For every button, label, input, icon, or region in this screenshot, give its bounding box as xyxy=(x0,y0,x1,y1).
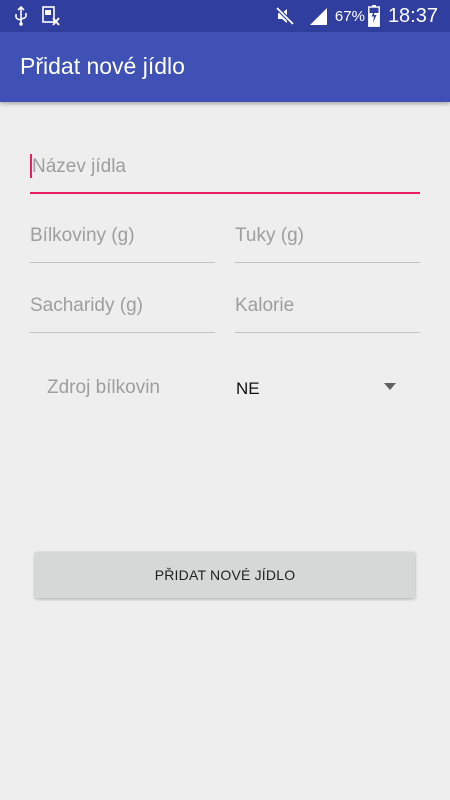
clock: 18:37 xyxy=(387,4,438,27)
food-name-field[interactable]: Název jídla xyxy=(30,148,420,194)
calories-underline xyxy=(235,332,420,333)
fat-field[interactable]: Tuky (g) xyxy=(235,217,420,263)
add-food-button[interactable]: PŘIDAT NOVÉ JÍDLO xyxy=(35,552,415,598)
status-bar-left xyxy=(14,5,60,27)
carbs-underline xyxy=(30,332,215,333)
food-name-hint: Název jídla xyxy=(32,156,126,177)
protein-source-label: Zdroj bílkovin xyxy=(47,377,160,398)
calories-field[interactable]: Kalorie xyxy=(235,287,420,333)
protein-source-dropdown[interactable]: NE xyxy=(225,368,420,408)
food-name-underline xyxy=(30,192,420,194)
protein-hint: Bílkoviny (g) xyxy=(30,225,135,246)
protein-field[interactable]: Bílkoviny (g) xyxy=(30,217,215,263)
fat-hint: Tuky (g) xyxy=(235,225,304,246)
status-bar: 67% 18:37 xyxy=(0,0,450,32)
carbs-field[interactable]: Sacharidy (g) xyxy=(30,287,215,333)
carbs-hint: Sacharidy (g) xyxy=(30,295,143,316)
page-title: Přidat nové jídlo xyxy=(20,53,185,79)
protein-underline xyxy=(30,262,215,263)
signal-icon xyxy=(309,6,329,26)
usb-icon xyxy=(14,6,28,26)
app-bar: Přidat nové jídlo xyxy=(0,32,450,102)
battery-percent: 67% xyxy=(334,7,365,25)
status-bar-right: 67% 18:37 xyxy=(275,3,438,29)
protein-source-value: NE xyxy=(236,379,260,398)
screenshot-icon xyxy=(42,6,60,26)
mute-icon xyxy=(275,6,295,26)
fat-underline xyxy=(235,262,420,263)
dropdown-arrow-icon xyxy=(384,383,396,390)
calories-hint: Kalorie xyxy=(235,295,295,316)
battery-charging-icon xyxy=(368,5,380,27)
